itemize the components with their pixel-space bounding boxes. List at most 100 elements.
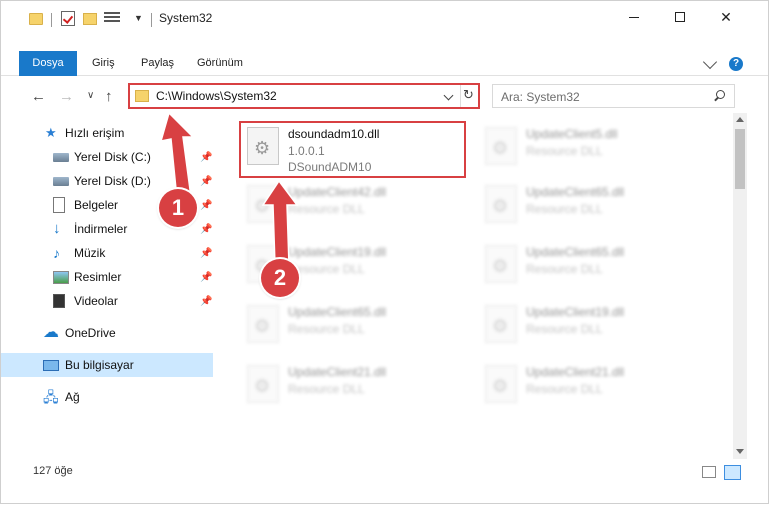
file-item[interactable]: UpdateClient19.dll Resource DLL xyxy=(479,297,699,353)
folder-icon[interactable] xyxy=(29,13,43,25)
file-name: UpdateClient21.dll xyxy=(526,365,625,379)
network-icon: 🖧 xyxy=(43,389,59,405)
file-item[interactable]: UpdateClient21.dll Resource DLL xyxy=(479,357,699,413)
back-arrow-icon[interactable]: ← xyxy=(31,88,46,105)
folder-icon xyxy=(135,90,149,102)
tab-file[interactable]: Dosya xyxy=(19,51,77,76)
scroll-up-arrow-icon[interactable] xyxy=(736,117,744,122)
sidebar-item-videos[interactable]: Videolar 📌 xyxy=(1,289,213,313)
sidebar-item-label: Yerel Disk (C:) xyxy=(74,150,151,164)
navigation-pane: ★ Hızlı erişim Yerel Disk (C:) 📌 Yerel D… xyxy=(1,113,215,458)
sidebar-item-label: Videolar xyxy=(74,294,118,308)
file-name: UpdateClient5.dll xyxy=(526,127,618,141)
file-name: UpdateClient19.dll xyxy=(288,245,387,259)
title-bar: ▼ System32 ✕ xyxy=(1,1,768,35)
file-type: Resource DLL xyxy=(526,322,603,336)
search-icon[interactable] xyxy=(714,90,725,101)
pin-icon[interactable]: 📌 xyxy=(200,272,212,283)
file-item[interactable]: UpdateClient65.dll Resource DLL xyxy=(479,237,699,293)
quick-access-dropdown-icon[interactable]: ▼ xyxy=(134,13,143,29)
file-item[interactable]: UpdateClient65.dll Resource DLL xyxy=(479,177,699,233)
dll-file-icon xyxy=(485,185,517,223)
dll-file-icon xyxy=(247,305,279,343)
sidebar-item-label: Yerel Disk (D:) xyxy=(74,174,151,188)
minimize-button[interactable] xyxy=(611,1,657,33)
recent-locations-chevron-icon[interactable]: ∨ xyxy=(87,90,94,101)
forward-arrow-icon[interactable]: → xyxy=(59,88,74,105)
address-dropdown-chevron-icon[interactable] xyxy=(443,90,454,101)
file-name: UpdateClient42.dll xyxy=(288,185,387,199)
search-placeholder: Ara: System32 xyxy=(501,90,580,104)
tab-share[interactable]: Paylaş xyxy=(141,51,174,76)
file-name: UpdateClient65.dll xyxy=(526,245,625,259)
file-item[interactable]: UpdateClient42.dll Resource DLL xyxy=(241,177,461,233)
file-item[interactable]: UpdateClient65.dll Resource DLL xyxy=(241,297,461,353)
tab-home[interactable]: Giriş xyxy=(92,51,115,76)
help-icon[interactable]: ? xyxy=(729,57,743,71)
file-item-featured[interactable]: dsoundadm10.dll 1.0.0.1 DSoundADM10 xyxy=(241,119,461,175)
sidebar-item-label: OneDrive xyxy=(65,326,116,340)
sidebar-item-label: Hızlı erişim xyxy=(65,126,125,140)
vertical-scrollbar[interactable] xyxy=(733,113,747,459)
sidebar-item-label: İndirmeler xyxy=(74,222,128,236)
divider xyxy=(51,13,52,27)
sidebar-item-this-pc[interactable]: Bu bilgisayar xyxy=(1,353,213,377)
details-view-icon[interactable] xyxy=(702,466,716,478)
search-input[interactable]: Ara: System32 xyxy=(492,84,735,108)
file-name: UpdateClient21.dll xyxy=(288,365,387,379)
window-title: System32 xyxy=(159,11,213,25)
dll-file-icon xyxy=(485,245,517,283)
sidebar-item-quick-access[interactable]: ★ Hızlı erişim xyxy=(1,121,213,145)
scroll-down-arrow-icon[interactable] xyxy=(736,449,744,454)
sidebar-item-local-disk-c[interactable]: Yerel Disk (C:) 📌 xyxy=(1,145,213,169)
file-type: Resource DLL xyxy=(526,382,603,396)
close-button[interactable]: ✕ xyxy=(703,1,749,33)
step-marker-1: 1 xyxy=(159,189,197,227)
pin-icon[interactable]: 📌 xyxy=(200,224,212,235)
file-type: Resource DLL xyxy=(526,144,603,158)
sidebar-item-label: Müzik xyxy=(74,246,106,260)
videos-icon xyxy=(53,294,65,308)
tab-view[interactable]: Görünüm xyxy=(197,51,243,76)
sidebar-item-label: Bu bilgisayar xyxy=(65,358,134,372)
file-name: dsoundadm10.dll xyxy=(288,127,380,141)
tiles-view-icon[interactable] xyxy=(724,465,741,480)
sidebar-item-onedrive[interactable]: ☁ OneDrive xyxy=(1,321,213,345)
dll-file-icon xyxy=(485,127,517,165)
file-type: Resource DLL xyxy=(526,202,603,216)
address-bar[interactable]: C:\Windows\System32 ↻ xyxy=(128,83,480,109)
scrollbar-thumb[interactable] xyxy=(735,129,745,189)
step-marker-2: 2 xyxy=(261,259,299,297)
sidebar-item-network[interactable]: 🖧 Ağ xyxy=(1,385,213,409)
pin-icon[interactable]: 📌 xyxy=(200,176,212,187)
minimize-icon xyxy=(629,16,639,18)
pictures-icon xyxy=(53,270,69,284)
file-item[interactable]: UpdateClient5.dll Resource DLL xyxy=(479,119,699,175)
file-name: UpdateClient19.dll xyxy=(526,305,625,319)
properties-check-icon[interactable] xyxy=(61,11,75,26)
new-folder-icon[interactable] xyxy=(83,13,97,25)
file-type: Resource DLL xyxy=(288,262,365,276)
up-arrow-icon[interactable]: ↑ xyxy=(105,88,113,105)
divider xyxy=(460,85,461,107)
sidebar-item-music[interactable]: ♪ Müzik 📌 xyxy=(1,241,213,265)
refresh-icon[interactable]: ↻ xyxy=(463,87,474,103)
dll-file-icon xyxy=(247,185,279,223)
expand-ribbon-chevron-icon[interactable] xyxy=(702,54,718,70)
maximize-icon xyxy=(675,12,685,22)
pin-icon[interactable]: 📌 xyxy=(200,296,212,307)
divider xyxy=(151,13,152,27)
pin-icon[interactable]: 📌 xyxy=(200,152,212,163)
ribbon: Dosya Giriş Paylaş Görünüm ? xyxy=(1,51,768,76)
star-icon: ★ xyxy=(45,125,57,140)
customize-icon[interactable] xyxy=(104,12,120,26)
item-count: 127 öğe xyxy=(33,465,73,477)
sidebar-item-label: Resimler xyxy=(74,270,122,284)
file-item[interactable]: UpdateClient21.dll Resource DLL xyxy=(241,357,461,413)
address-text[interactable]: C:\Windows\System32 xyxy=(156,89,277,103)
sidebar-item-pictures[interactable]: Resimler 📌 xyxy=(1,265,213,289)
pin-icon[interactable]: 📌 xyxy=(200,248,212,259)
maximize-button[interactable] xyxy=(657,1,703,33)
pin-icon[interactable]: 📌 xyxy=(200,200,212,211)
file-name: UpdateClient65.dll xyxy=(526,185,625,199)
